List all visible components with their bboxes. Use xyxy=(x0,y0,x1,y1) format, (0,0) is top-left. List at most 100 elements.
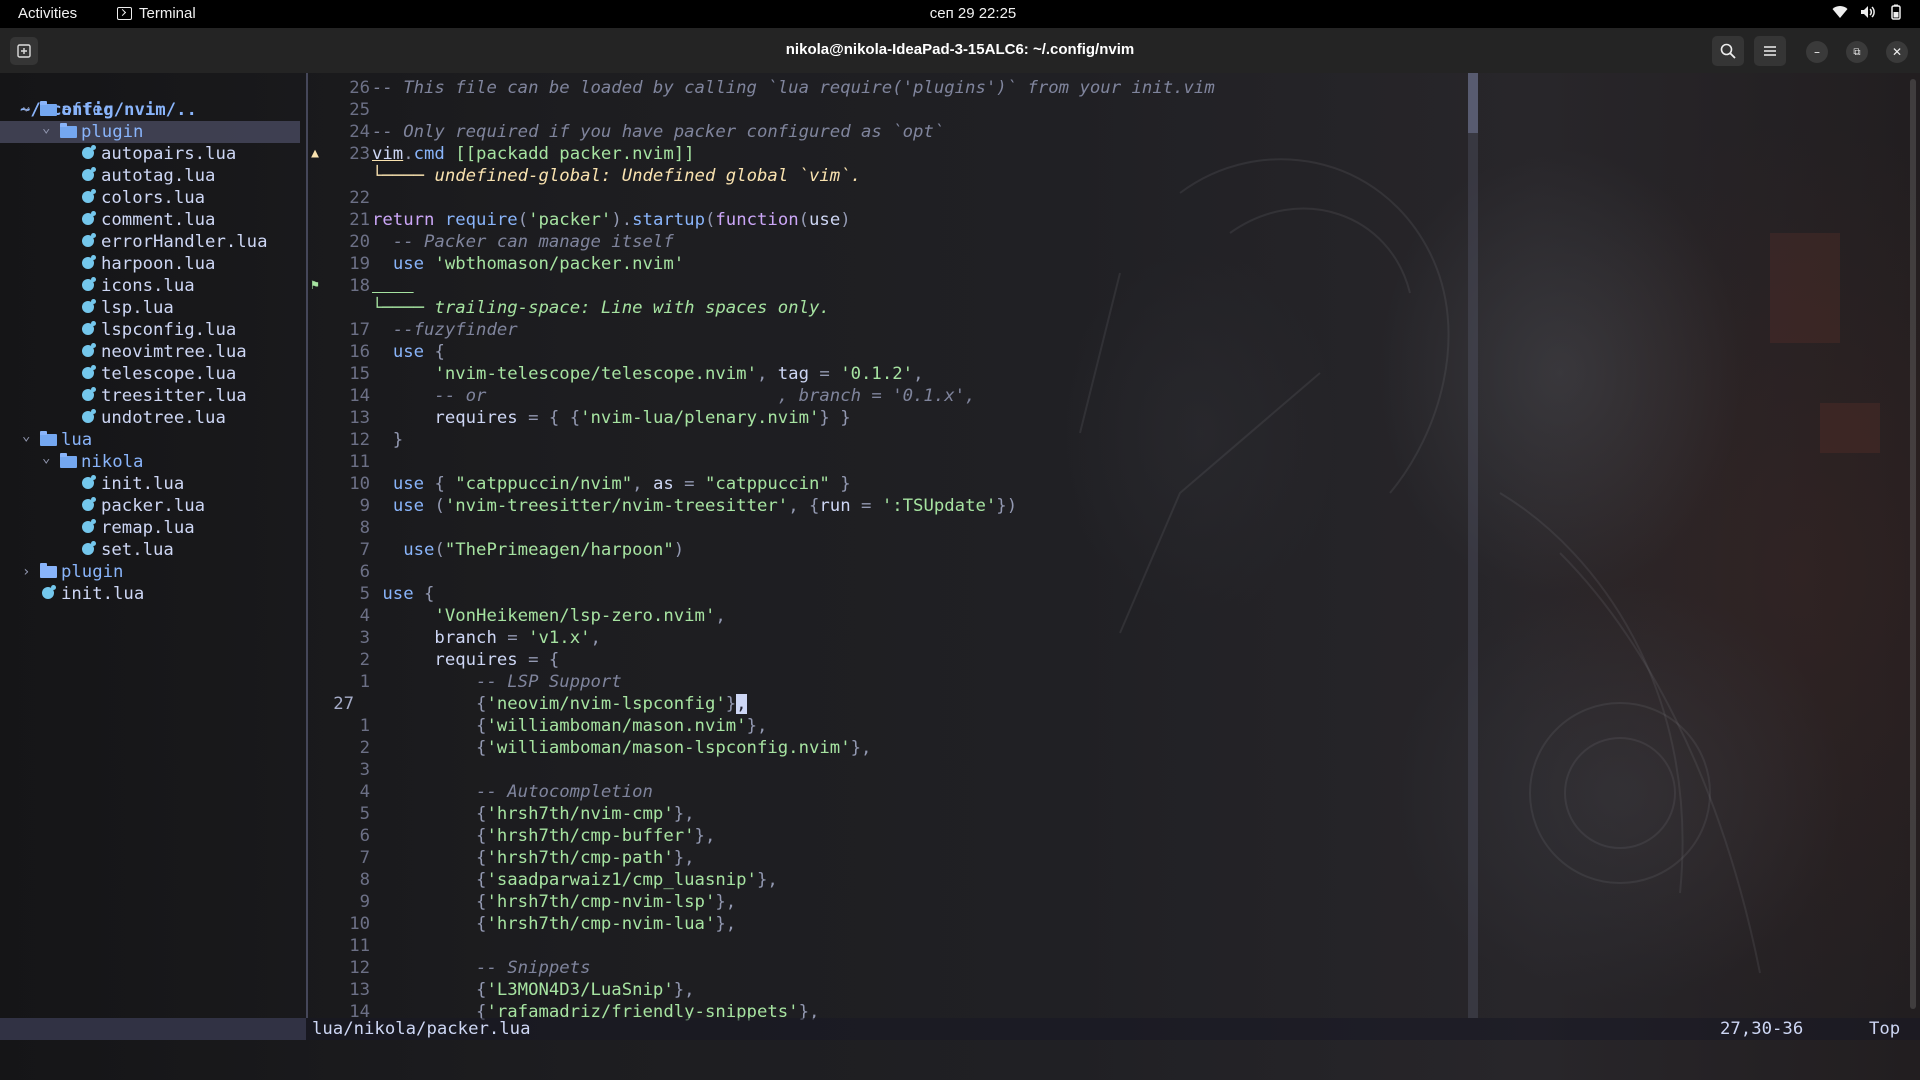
chevron-down-icon[interactable]: ⌄ xyxy=(22,425,30,447)
line-number: 7 xyxy=(359,540,370,560)
line-number: 1 xyxy=(359,672,370,692)
line-number: 1 xyxy=(359,716,370,736)
code-token: }, xyxy=(850,738,872,758)
code-line[interactable]: 22 xyxy=(308,187,1868,209)
code-text: {'hrsh7th/cmp-path'}, xyxy=(372,847,695,869)
tree-item-label: undotree.lua xyxy=(101,408,226,428)
code-line[interactable]: 7 use("ThePrimeagen/harpoon") xyxy=(308,539,1868,561)
minimize-button[interactable]: – xyxy=(1806,41,1828,63)
search-button[interactable] xyxy=(1712,36,1744,66)
code-editor[interactable]: 26 -- This file can be loaded by calling … xyxy=(308,73,1920,1022)
line-number: 23 xyxy=(349,144,370,164)
line-number: 2 xyxy=(359,738,370,758)
app-menu[interactable]: Terminal xyxy=(117,5,196,22)
chevron-down-icon[interactable]: ⌄ xyxy=(42,447,50,469)
activities-button[interactable]: Activities xyxy=(18,5,77,22)
code-line[interactable]: 13 {'L3MON4D3/LuaSnip'}, xyxy=(308,979,1868,1001)
code-token: }, xyxy=(746,716,768,736)
system-tray[interactable] xyxy=(1832,4,1904,20)
code-line[interactable]: 8 {'saadparwaiz1/cmp_luasnip'}, xyxy=(308,869,1868,891)
restore-button[interactable]: ⧉ xyxy=(1846,41,1868,63)
new-tab-icon xyxy=(17,44,31,58)
code-line[interactable]: 10 use { "catppuccin/nvim", as = "catppu… xyxy=(308,473,1868,495)
code-line[interactable]: 25 xyxy=(308,99,1868,121)
line-number: 4 xyxy=(359,606,370,626)
line-number: 12 xyxy=(349,430,370,450)
code-line[interactable]: 6 {'hrsh7th/cmp-buffer'}, xyxy=(308,825,1868,847)
code-text: {'hrsh7th/cmp-nvim-lsp'}, xyxy=(372,891,736,913)
terminal-scrollbar[interactable] xyxy=(1910,79,1916,1009)
code-line[interactable]: 20 -- Packer can manage itself xyxy=(308,231,1868,253)
tree-item-label: lsp.lua xyxy=(101,298,174,318)
code-line[interactable]: 1 -- LSP Support xyxy=(308,671,1868,693)
code-line[interactable]: 11 xyxy=(308,451,1868,473)
volume-icon[interactable] xyxy=(1860,5,1876,19)
code-line[interactable]: 17 --fuzyfinder xyxy=(308,319,1868,341)
code-line[interactable]: 26 -- This file can be loaded by calling … xyxy=(308,77,1868,99)
tree-item-label: init.lua xyxy=(101,474,185,494)
close-button[interactable]: ✕ xyxy=(1886,41,1908,63)
chevron-down-icon[interactable]: ⌄ xyxy=(22,95,30,117)
code-line[interactable]: 24 -- Only required if you have packer co… xyxy=(308,121,1868,143)
code-line[interactable]: 2 {'williamboman/mason-lspconfig.nvim'}, xyxy=(308,737,1868,759)
close-icon: ✕ xyxy=(1891,45,1903,59)
code-line[interactable]: 4 -- Autocompletion xyxy=(308,781,1868,803)
code-token: ( xyxy=(798,210,810,230)
chevron-down-icon[interactable]: ⌄ xyxy=(42,117,50,139)
tree-root[interactable]: ~/.config/nvim/.. xyxy=(0,77,197,120)
code-line[interactable]: 21 return require('packer').startup(funct… xyxy=(308,209,1868,231)
tree-folder[interactable]: ⌄ plugin xyxy=(0,120,300,143)
wifi-icon[interactable] xyxy=(1832,5,1848,19)
code-token: use xyxy=(392,254,425,274)
diagnostic-virtual-text[interactable]: └──── undefined-global: Undefined global… xyxy=(308,165,1868,187)
code-line[interactable]: 9 use ('nvim-treesitter/nvim-treesitter'… xyxy=(308,495,1868,517)
code-line[interactable]: 5 use { xyxy=(308,583,1868,605)
code-line[interactable]: 3 xyxy=(308,759,1868,781)
code-line[interactable]: 10 {'hrsh7th/cmp-nvim-lua'}, xyxy=(308,913,1868,935)
code-line[interactable]: 3 branch = 'v1.x', xyxy=(308,627,1868,649)
code-line[interactable]: 9 {'hrsh7th/cmp-nvim-lsp'}, xyxy=(308,891,1868,913)
battery-icon[interactable] xyxy=(1888,4,1904,20)
code-token: }, xyxy=(673,848,695,868)
code-line[interactable]: 15 'nvim-telescope/telescope.nvim', tag … xyxy=(308,363,1868,385)
code-token: require xyxy=(444,210,518,230)
code-line[interactable]: 11 xyxy=(308,935,1868,957)
code-line[interactable]: 12 } xyxy=(308,429,1868,451)
code-line[interactable]: ⚑ 18 xyxy=(308,275,1868,297)
code-line[interactable]: 14 -- or , branch = '0.1.x', xyxy=(308,385,1868,407)
diagnostic-virtual-text[interactable]: └──── trailing-space: Line with spaces o… xyxy=(308,297,1868,319)
code-line[interactable]: 6 xyxy=(308,561,1868,583)
folder-icon xyxy=(40,563,57,578)
terminal-viewport[interactable]: ~/.config/nvim/.. ⌄ after ⌄ plugin autopairs… xyxy=(0,73,1920,1080)
code-line[interactable]: 13 requires = { {'nvim-lua/plenary.nvim'… xyxy=(308,407,1868,429)
code-text: -- Autocompletion xyxy=(372,781,653,803)
code-line[interactable]: 1 {'williamboman/mason.nvim'}, xyxy=(308,715,1868,737)
code-line[interactable]: 4 'VonHeikemen/lsp-zero.nvim', xyxy=(308,605,1868,627)
code-line[interactable]: 7 {'hrsh7th/cmp-path'}, xyxy=(308,847,1868,869)
code-text: {'hrsh7th/cmp-buffer'}, xyxy=(372,825,715,847)
code-line[interactable]: ▲ 23 vim.cmd [[packadd packer.nvim]] xyxy=(308,143,1868,165)
line-number: 15 xyxy=(349,364,370,384)
code-line[interactable]: 8 xyxy=(308,517,1868,539)
code-text: -- Only required if you have packer conf… xyxy=(372,121,944,143)
code-token: use xyxy=(809,210,841,230)
menu-button[interactable] xyxy=(1754,36,1786,66)
code-line[interactable]: 27 {'neovim/nvim-lspconfig'}, xyxy=(308,693,1868,715)
file-tree[interactable]: ~/.config/nvim/.. ⌄ after ⌄ plugin autopairs… xyxy=(0,73,306,1018)
code-text: use { xyxy=(372,341,445,363)
new-tab-button[interactable] xyxy=(10,37,38,65)
code-line[interactable]: 19 use 'wbthomason/packer.nvim' xyxy=(308,253,1868,275)
code-token: └──── xyxy=(372,166,435,186)
hint-sign-icon: ⚑ xyxy=(311,278,319,293)
code-line[interactable]: 16 use { xyxy=(308,341,1868,363)
code-line[interactable]: 5 {'hrsh7th/nvim-cmp'}, xyxy=(308,803,1868,825)
code-line[interactable]: 2 requires = { xyxy=(308,649,1868,671)
chevron-right-icon[interactable]: › xyxy=(22,561,30,583)
tree-item-label: autotag.lua xyxy=(101,166,216,186)
code-line[interactable]: 12 -- Snippets xyxy=(308,957,1868,979)
clock[interactable]: сеп 29 22:25 xyxy=(918,5,1028,22)
tree-item-label: neovimtree.lua xyxy=(101,342,247,362)
line-number: 5 xyxy=(359,804,370,824)
